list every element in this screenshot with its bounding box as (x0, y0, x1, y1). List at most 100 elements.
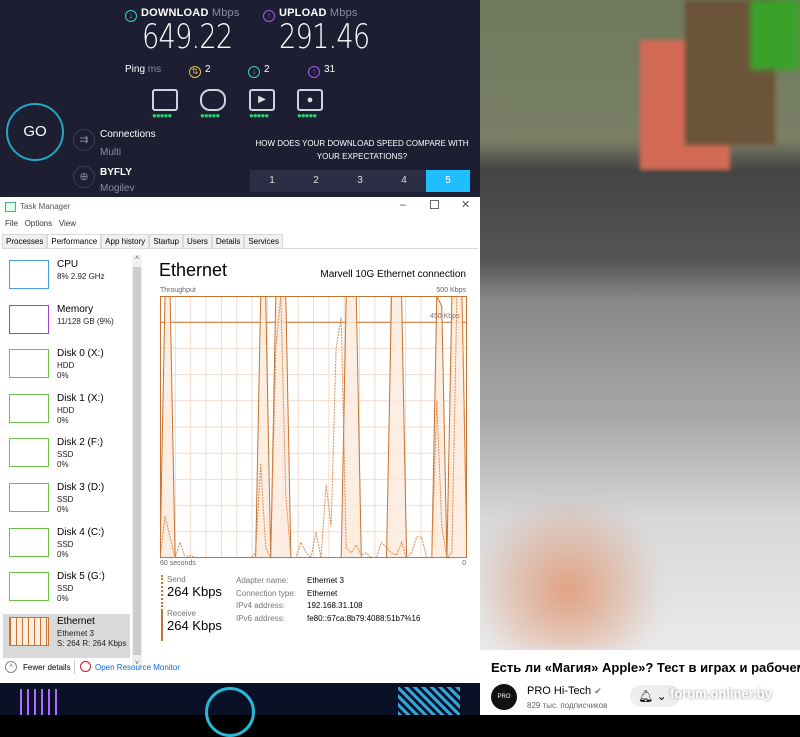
maximize-button[interactable] (430, 200, 439, 209)
tab-details[interactable]: Details (211, 234, 245, 248)
rating-button-2[interactable]: 2 (294, 170, 338, 192)
menu-options[interactable]: Options (25, 219, 53, 228)
send-label: Send (167, 575, 186, 584)
task-manager-icon (5, 202, 16, 212)
sidebar-item-line1: 11/128 GB (9%) (57, 316, 114, 326)
detail-value: fe80::67ca:8b79:4088:51b7%16 (307, 613, 421, 623)
rating-dots: ●●●●● (297, 111, 317, 120)
detail-value: Ethernet 3 (307, 576, 344, 585)
sidebar-thumbnail (9, 527, 49, 557)
sidebar-item-line1: HDD (57, 361, 75, 371)
video-call-icon: ● ●●●●● (297, 89, 323, 120)
close-button[interactable]: ✕ (461, 198, 470, 211)
sidebar-thumbnail (9, 260, 49, 289)
sidebar-item-name: Disk 1 (X:) (57, 392, 104, 404)
channel-name[interactable]: PRO Hi-Tech ✔ (527, 685, 602, 697)
channel-name-text: PRO Hi-Tech (527, 685, 592, 697)
sidebar-item-disk-2-f[interactable]: Disk 2 (F:) SSD 0% (3, 435, 130, 479)
menu-bar: File Options View (5, 219, 76, 228)
adapter-description: Marvell 10G Ethernet connection (320, 269, 466, 280)
sidebar-thumbnail (9, 304, 49, 334)
detail-value: 192.168.31.108 (307, 601, 363, 610)
game-foliage (750, 0, 800, 70)
adapter-details: Adapter name: Ethernet 3 Connection type:… (236, 575, 420, 625)
video-panel: Есть ли «Магия» Apple»? Тест в играх и р… (480, 0, 800, 715)
receive-stat: Receive 264 Kbps (161, 609, 222, 641)
sidebar-thumbnail (9, 483, 49, 512)
sidebar-item-line1: Ethernet 3 (57, 628, 94, 638)
watermark: forum.onliner.by (670, 686, 772, 701)
ping-down-value: 2 (264, 64, 270, 75)
sidebar-item-line1: SSD (57, 584, 74, 594)
scrollbar-thumb[interactable] (133, 267, 141, 655)
go-button[interactable]: GO (6, 103, 64, 161)
sidebar-item-line2: 0% (57, 505, 69, 514)
detail-key: IPv4 address: (236, 601, 285, 610)
minimize-button[interactable]: – (400, 199, 406, 211)
connections-value: Multi (100, 147, 122, 158)
ping-idle-value: 2 (205, 64, 211, 75)
sidebar-item-cpu[interactable]: CPU 8% 2.92 GHz (3, 257, 130, 301)
qr-code[interactable] (398, 687, 460, 715)
fewer-details-link[interactable]: Fewer details (23, 663, 71, 672)
speed-gauge-graphic (205, 687, 255, 737)
open-resource-monitor-link[interactable]: Open Resource Monitor (95, 663, 180, 672)
video-title[interactable]: Есть ли «Магия» Apple»? Тест в играх и р… (491, 660, 800, 675)
sidebar-item-disk-3-d[interactable]: Disk 3 (D:) SSD 0% (3, 480, 130, 524)
sidebar-item-ethernet[interactable]: Ethernet Ethernet 3 S: 264 R: 264 Kbps (3, 613, 130, 658)
receive-value: 264 Kbps (167, 618, 222, 633)
tab-performance[interactable]: Performance (47, 234, 102, 248)
sidebar-thumbnail (9, 616, 49, 646)
graph-max-label: 500 Kbps (436, 287, 466, 294)
rating-button-3[interactable]: 3 (338, 170, 382, 192)
tab-users[interactable]: Users (182, 234, 212, 248)
menu-view[interactable]: View (59, 219, 76, 228)
detail-value: Ethernet (307, 588, 338, 598)
bell-icon: 🔔︎ (638, 689, 654, 703)
tab-startup[interactable]: Startup (149, 234, 183, 248)
tab-services[interactable]: Services (244, 234, 284, 248)
perf-heading: Ethernet (159, 260, 228, 280)
sidebar-item-name: Disk 3 (D:) (57, 482, 105, 493)
sidebar-item-memory[interactable]: Memory 11/128 GB (9%) (3, 302, 130, 346)
globe-icon: ⊕ (73, 166, 95, 188)
chevron-down-icon: ⌄ (656, 689, 667, 703)
ping-down-icon: ↓ (248, 66, 260, 78)
video-streaming-icon: ▶ ●●●●● (249, 89, 275, 120)
tab-bar: Processes Performance App history Startup Us… (2, 234, 478, 249)
sidebar-item-line2: 0% (57, 460, 69, 470)
ping-idle-icon: ⇅ (189, 66, 201, 78)
channel-avatar[interactable]: PRO (491, 684, 517, 710)
ping-label: Ping (125, 64, 146, 75)
ping-download: ↓ 2 (248, 64, 270, 78)
tab-app-history[interactable]: App history (101, 234, 150, 248)
sidebar-item-name: Disk 4 (C:) (57, 526, 105, 538)
tab-processes[interactable]: Processes (2, 234, 48, 248)
sidebar-item-line2: 0% (57, 594, 69, 604)
rating-button-1[interactable]: 1 (250, 170, 294, 192)
rating-button-4[interactable]: 4 (382, 170, 426, 192)
sidebar-item-name: Ethernet (57, 615, 95, 627)
equalizer-graphic (20, 689, 60, 715)
sidebar-item-line2: 0% (57, 415, 69, 425)
chevron-up-icon[interactable]: ˄ (5, 661, 17, 673)
divider (74, 660, 75, 674)
game-blur (480, 500, 700, 650)
sidebar-item-disk-0-x[interactable]: Disk 0 (X:) HDD 0% (3, 346, 130, 390)
connections-icon: ⇉ (73, 129, 95, 151)
sidebar-item-disk-4-c[interactable]: Disk 4 (C:) SSD 0% (3, 525, 130, 569)
sidebar-item-line1: SSD (57, 495, 74, 504)
rating-button-5[interactable]: 5 (426, 170, 470, 192)
sidebar-item-disk-1-x[interactable]: Disk 1 (X:) HDD 0% (3, 391, 130, 435)
detail-key: Connection type: (236, 588, 297, 598)
menu-file[interactable]: File (5, 219, 18, 228)
ping-upload: ↑ 31 (308, 64, 335, 78)
graph-scale-label: 450 Kbps (430, 313, 460, 320)
rating-dots: ●●●●● (152, 111, 172, 120)
sidebar-scrollbar[interactable]: ˄ ˅ (132, 255, 142, 667)
connections-label[interactable]: Connections (100, 129, 156, 140)
sidebar-item-disk-5-g[interactable]: Disk 5 (G:) SSD 0% (3, 569, 130, 613)
isp-name[interactable]: BYFLY (100, 167, 132, 178)
sidebar-thumbnail (9, 393, 49, 423)
speedtest-panel: ↓ DOWNLOAD Mbps ↑ UPLOAD Mbps 649.22 291.4… (0, 0, 480, 197)
